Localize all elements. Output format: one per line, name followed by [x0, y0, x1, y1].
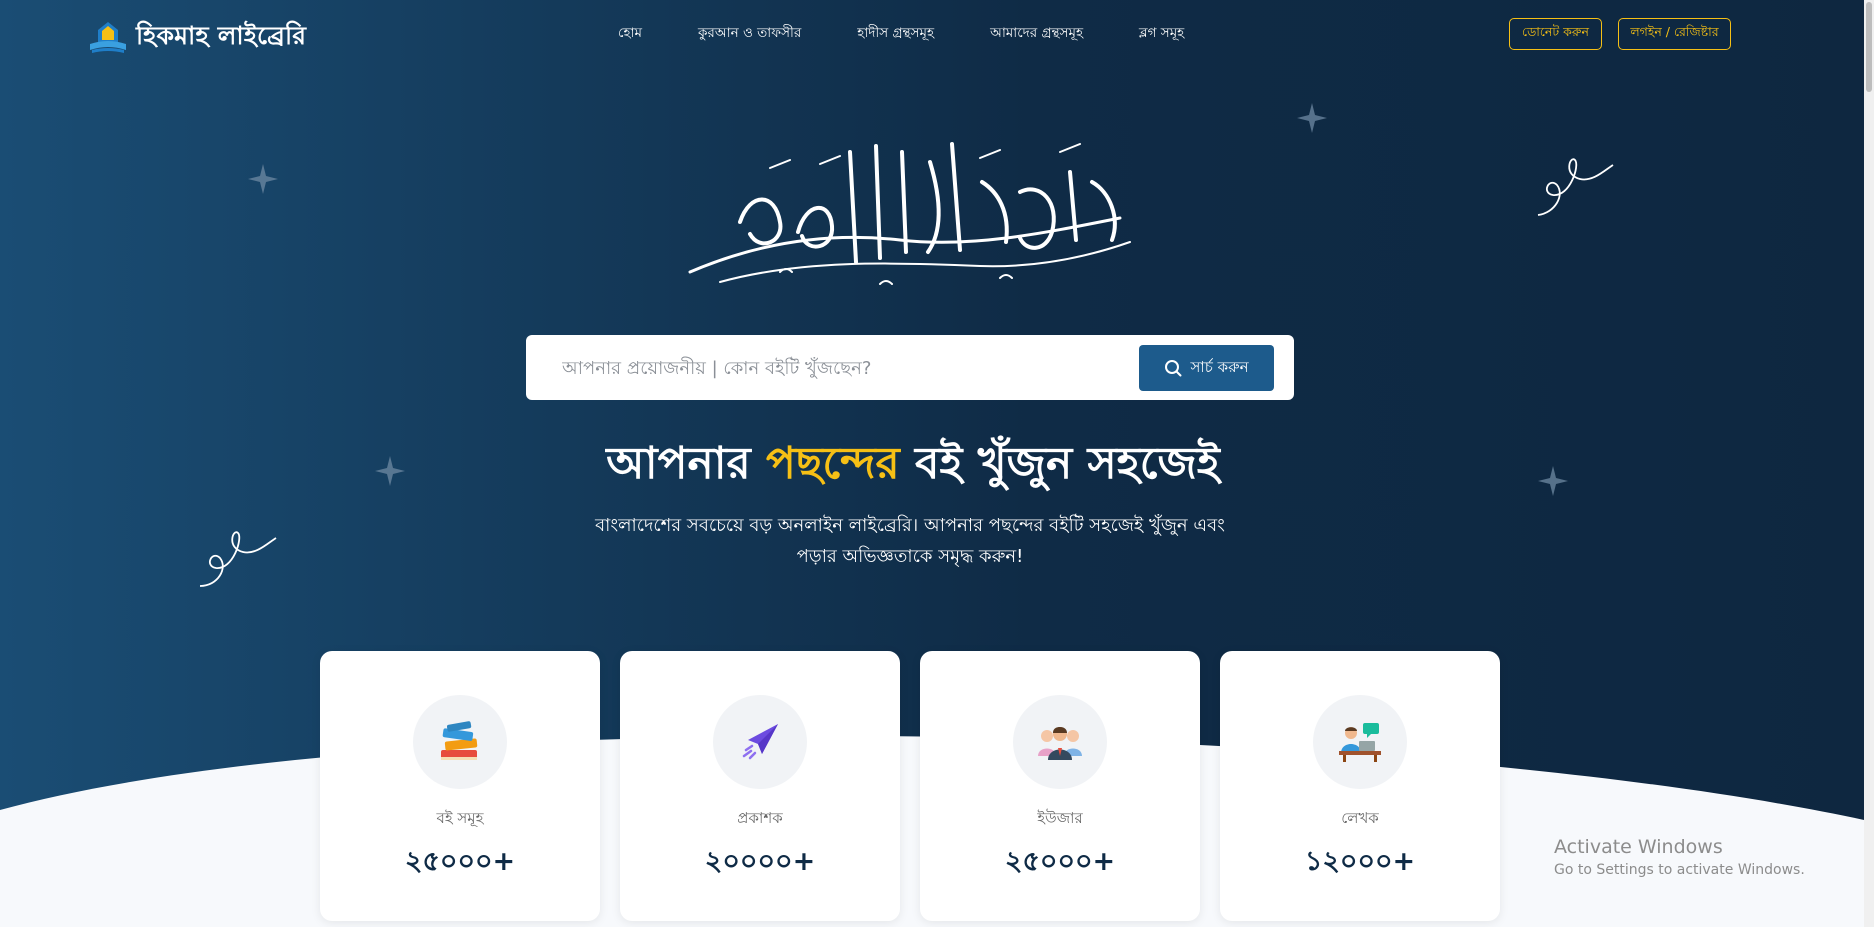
- hero-title: আপনার পছন্দের বই খুঁজুন সহজেই: [0, 430, 1826, 503]
- stat-value: ২৫০০০+: [404, 846, 516, 877]
- stat-icon-circle: [1313, 695, 1407, 789]
- hero-title-part1: আপনার: [606, 438, 767, 489]
- stat-icon-circle: [713, 695, 807, 789]
- scrollbar-thumb[interactable]: [1866, 2, 1872, 92]
- swirl-decoration: [1537, 158, 1614, 216]
- stat-label: লেখক: [1341, 809, 1379, 827]
- nav-item-quran[interactable]: কুরআন ও তাফসীর: [698, 22, 801, 45]
- nav-item-home[interactable]: হোম: [618, 22, 642, 45]
- main-menu: হোম কুরআন ও তাফসীর হাদীস গ্রন্থসমূহ আমাদ…: [618, 22, 1184, 45]
- swirl-decoration: [199, 531, 277, 587]
- search-bar: সার্চ করুন: [526, 335, 1294, 400]
- mosque-book-icon: [90, 21, 126, 53]
- stat-icon-circle: [1013, 695, 1107, 789]
- nav-item-our-books[interactable]: আমাদের গ্রন্থসমূহ: [990, 22, 1083, 45]
- paper-plane-icon: [742, 724, 778, 760]
- stat-label: প্রকাশক: [737, 809, 783, 827]
- stat-card-users[interactable]: ইউজার ২৫০০০+: [920, 651, 1200, 921]
- search-button-label: সার্চ করুন: [1190, 357, 1249, 376]
- books-icon: [441, 721, 478, 760]
- donate-button[interactable]: ডোনেট করুন: [1509, 18, 1602, 50]
- windows-activation-watermark: Activate Windows Go to Settings to activ…: [1554, 836, 1805, 878]
- star-decoration: [1297, 103, 1327, 133]
- users-icon: [1038, 727, 1082, 760]
- login-register-button[interactable]: লগইন / রেজিষ্টার: [1618, 18, 1731, 50]
- stat-label: বই সমূহ: [436, 809, 484, 827]
- search-input[interactable]: [560, 347, 1114, 389]
- stat-value: ১২০০০+: [1304, 846, 1416, 877]
- stat-card-publishers[interactable]: প্রকাশক ২০০০০+: [620, 651, 900, 921]
- stats-cards: বই সমূহ ২৫০০০+ প্রকাশক ২০০০০+ ইউজার ২৫০০…: [320, 651, 1500, 921]
- stat-card-writers[interactable]: লেখক ১২০০০+: [1220, 651, 1500, 921]
- watermark-title: Activate Windows: [1554, 836, 1723, 858]
- bismillah-calligraphy: [688, 142, 1131, 285]
- stat-icon-circle: [413, 695, 507, 789]
- hero-subtitle: বাংলাদেশের সবচেয়ে বড় অনলাইন লাইব্রেরি।…: [595, 515, 1225, 567]
- vertical-scrollbar[interactable]: [1864, 0, 1874, 927]
- navbar: হিকমাহ লাইব্রেরি হোম কুরআন ও তাফসীর হাদী…: [0, 0, 1864, 68]
- search-icon: [1165, 360, 1182, 377]
- stat-card-books[interactable]: বই সমূহ ২৫০০০+: [320, 651, 600, 921]
- brand-name: হিকমাহ লাইব্রেরি: [136, 21, 307, 50]
- hero-title-highlight: পছন্দের: [766, 438, 900, 489]
- nav-item-blog[interactable]: ব্লগ সমূহ: [1139, 22, 1184, 45]
- star-decoration: [248, 164, 278, 194]
- nav-item-hadith[interactable]: হাদীস গ্রন্থসমূহ: [857, 22, 934, 45]
- stat-label: ইউজার: [1037, 809, 1083, 827]
- watermark-subtitle: Go to Settings to activate Windows.: [1554, 862, 1805, 878]
- stat-value: ২০০০০+: [704, 846, 816, 877]
- writer-icon: [1339, 723, 1381, 762]
- brand-logo[interactable]: হিকমাহ লাইব্রেরি: [88, 16, 306, 59]
- stat-value: ২৫০০০+: [1004, 846, 1116, 877]
- hero-title-part2: বই খুঁজুন সহজেই: [899, 438, 1220, 489]
- search-button[interactable]: সার্চ করুন: [1139, 345, 1274, 391]
